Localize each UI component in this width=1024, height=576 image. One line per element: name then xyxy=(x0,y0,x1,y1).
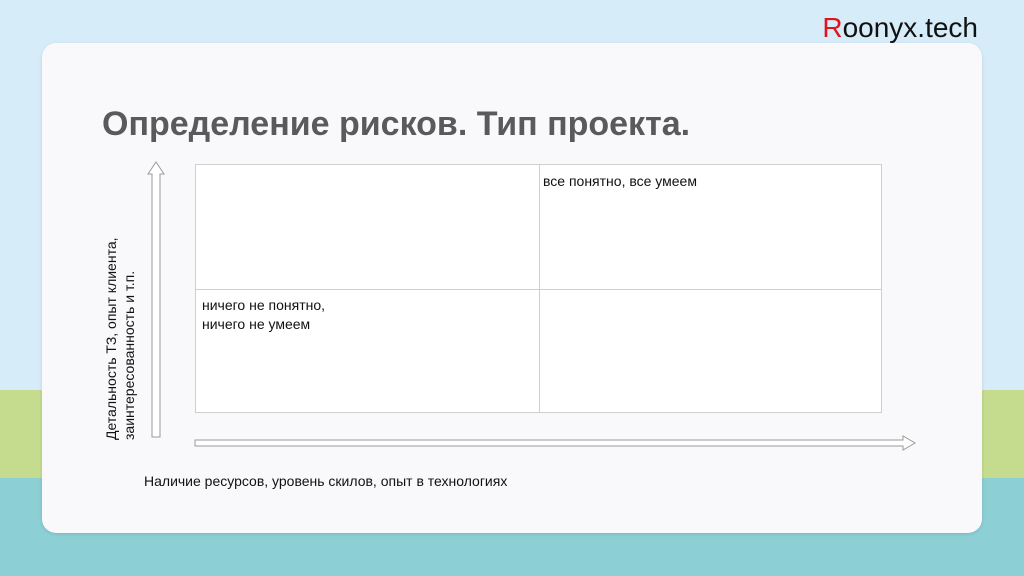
y-axis-label: Детальность ТЗ, опыт клиента, заинтересо… xyxy=(102,200,138,440)
arrow-right-icon xyxy=(194,435,916,451)
slide-title: Определение рисков. Тип проекта. xyxy=(102,105,691,143)
brand-logo-accent: R xyxy=(822,12,843,43)
y-axis-label-line2: заинтересованность и т.п. xyxy=(121,270,137,440)
matrix-cell-bottom-left-line1: ничего не понятно, xyxy=(202,297,326,313)
matrix-horizontal-divider xyxy=(196,289,881,290)
y-axis-label-line1: Детальность ТЗ, опыт клиента, xyxy=(103,237,119,440)
risk-matrix: все понятно, все умеем ничего не понятно… xyxy=(195,164,882,413)
arrow-up-icon xyxy=(147,161,165,438)
brand-logo-text: oonyx.tech xyxy=(842,12,978,43)
brand-logo: Roonyx.tech xyxy=(822,12,978,44)
matrix-cell-bottom-left-line2: ничего не умеем xyxy=(202,316,311,332)
matrix-cell-bottom-left: ничего не понятно, ничего не умеем xyxy=(202,296,325,334)
matrix-cell-top-right: все понятно, все умеем xyxy=(543,173,697,189)
x-axis-label: Наличие ресурсов, уровень скилов, опыт в… xyxy=(144,473,508,489)
